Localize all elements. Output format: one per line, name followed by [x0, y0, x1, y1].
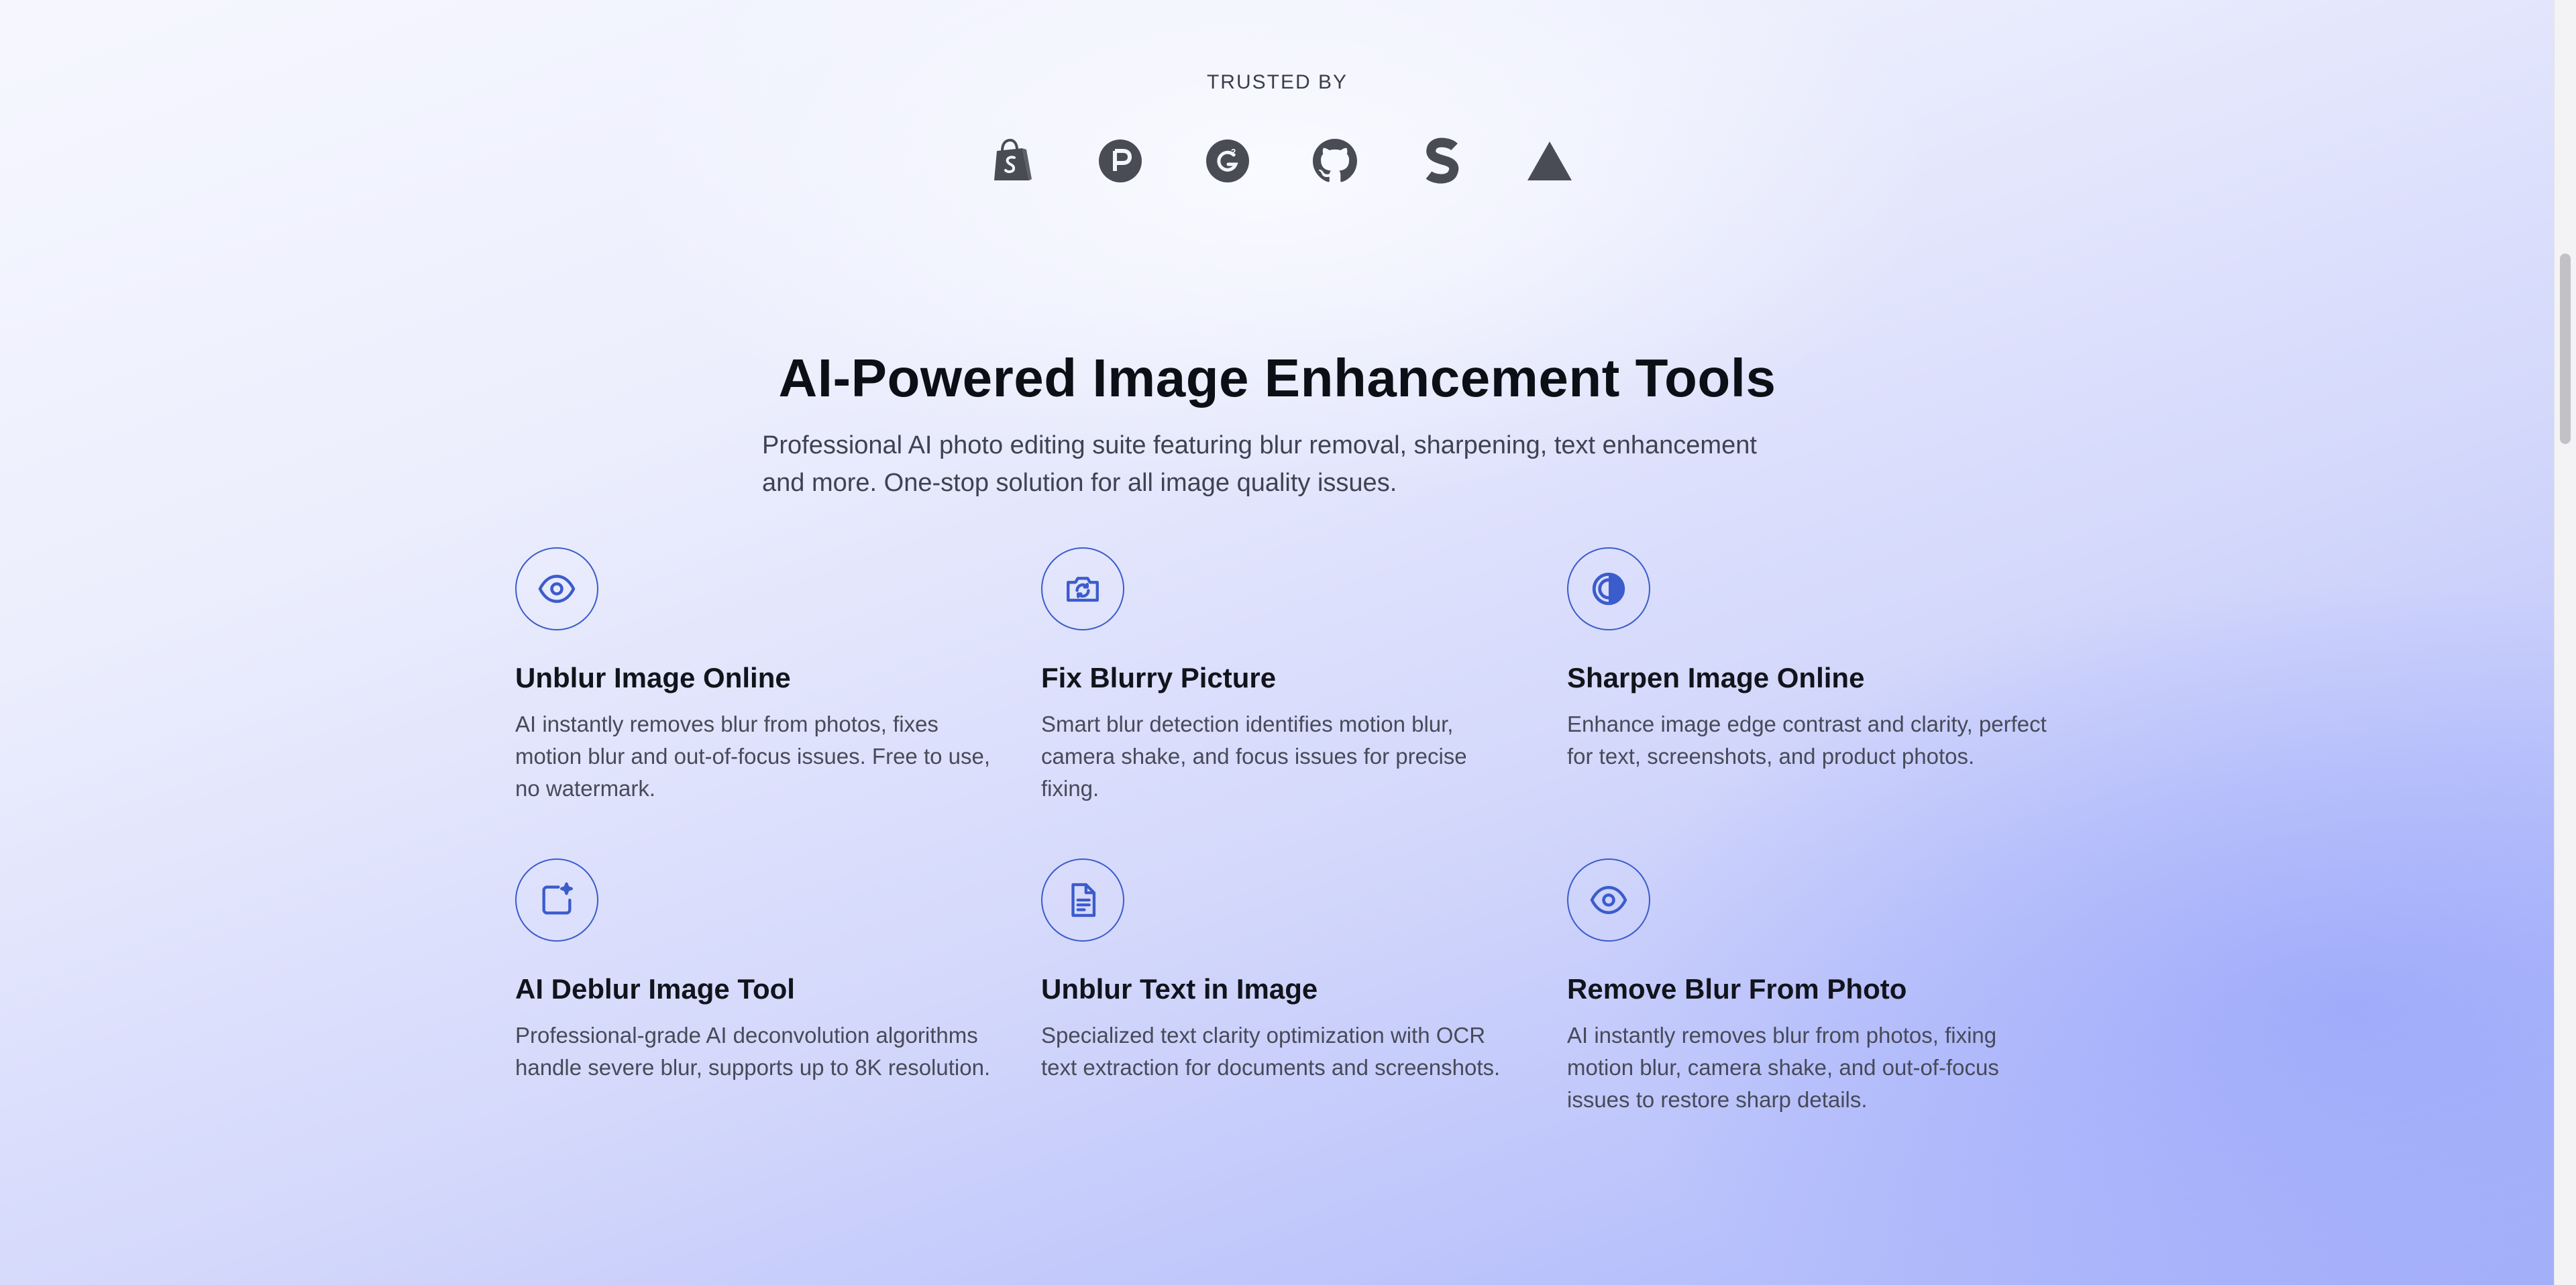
feature-icon-button[interactable] — [1041, 858, 1124, 942]
feature-description: Enhance image edge contrast and clarity,… — [1567, 712, 2047, 769]
feature-title: Unblur Image Online — [515, 662, 791, 693]
feature-description: Smart blur detection identifies motion b… — [1041, 712, 1467, 801]
vertical-scrollbar[interactable] — [2554, 0, 2576, 1285]
g2-icon: 2 — [1201, 137, 1254, 185]
feature-title: AI Deblur Image Tool — [515, 973, 795, 1005]
section-title: AI-Powered Image Enhancement Tools — [778, 348, 1776, 408]
feature-description: AI instantly removes blur from photos, f… — [1567, 1023, 1999, 1112]
section-subtitle: Professional AI photo editing suite feat… — [762, 431, 1757, 497]
document-text-icon — [1071, 883, 1096, 917]
feature-title: Remove Blur From Photo — [1567, 973, 1907, 1005]
feature-title: Fix Blurry Picture — [1041, 662, 1277, 693]
scrollbar-thumb[interactable] — [2560, 254, 2571, 444]
feature-icon-button[interactable] — [515, 858, 598, 942]
stripe-s-icon — [1415, 137, 1469, 185]
feature-card-unblur-text-in-image[interactable]: Unblur Text in Image Specialized text cl… — [1041, 858, 1524, 1084]
github-icon — [1308, 137, 1362, 185]
shopify-bag-icon — [986, 137, 1040, 185]
image-sparkle-icon — [542, 882, 573, 915]
trusted-by-label: TRUSTED BY — [1206, 71, 1348, 93]
eye-icon — [1590, 886, 1627, 914]
feature-icon-button[interactable] — [515, 547, 598, 630]
camera-rotate-icon — [1067, 577, 1099, 602]
feature-card-fix-blurry-picture[interactable]: Fix Blurry Picture Smart blur detection … — [1041, 547, 1524, 805]
feature-description: Specialized text clarity optimization wi… — [1041, 1023, 1501, 1080]
eye-icon — [538, 575, 576, 603]
trusted-logos: 2 — [986, 137, 1576, 185]
feature-icon-button[interactable] — [1041, 547, 1124, 630]
feature-card-sharpen-image-online[interactable]: Sharpen Image Online Enhance image edge … — [1567, 547, 2050, 773]
feature-icon-button[interactable] — [1567, 858, 1650, 942]
feature-description: AI instantly removes blur from photos, f… — [515, 712, 991, 801]
contrast-icon — [1592, 572, 1625, 606]
feature-title: Unblur Text in Image — [1041, 973, 1318, 1005]
feature-description: Professional-grade AI deconvolution algo… — [515, 1023, 991, 1080]
svg-text:2: 2 — [1231, 147, 1236, 157]
feature-card-unblur-image-online[interactable]: Unblur Image Online AI instantly removes… — [515, 547, 998, 805]
feature-card-remove-blur-from-photo[interactable]: Remove Blur From Photo AI instantly remo… — [1567, 858, 2050, 1116]
feature-icon-button[interactable] — [1567, 547, 1650, 630]
page: TRUSTED BY 2 AI-Powered Image Enhancemen… — [0, 0, 2555, 1285]
feature-card-ai-deblur-image-tool[interactable]: AI Deblur Image Tool Professional-grade … — [515, 858, 998, 1084]
producthunt-icon — [1093, 137, 1147, 185]
feature-title: Sharpen Image Online — [1567, 662, 1865, 693]
vercel-triangle-icon — [1523, 137, 1576, 185]
